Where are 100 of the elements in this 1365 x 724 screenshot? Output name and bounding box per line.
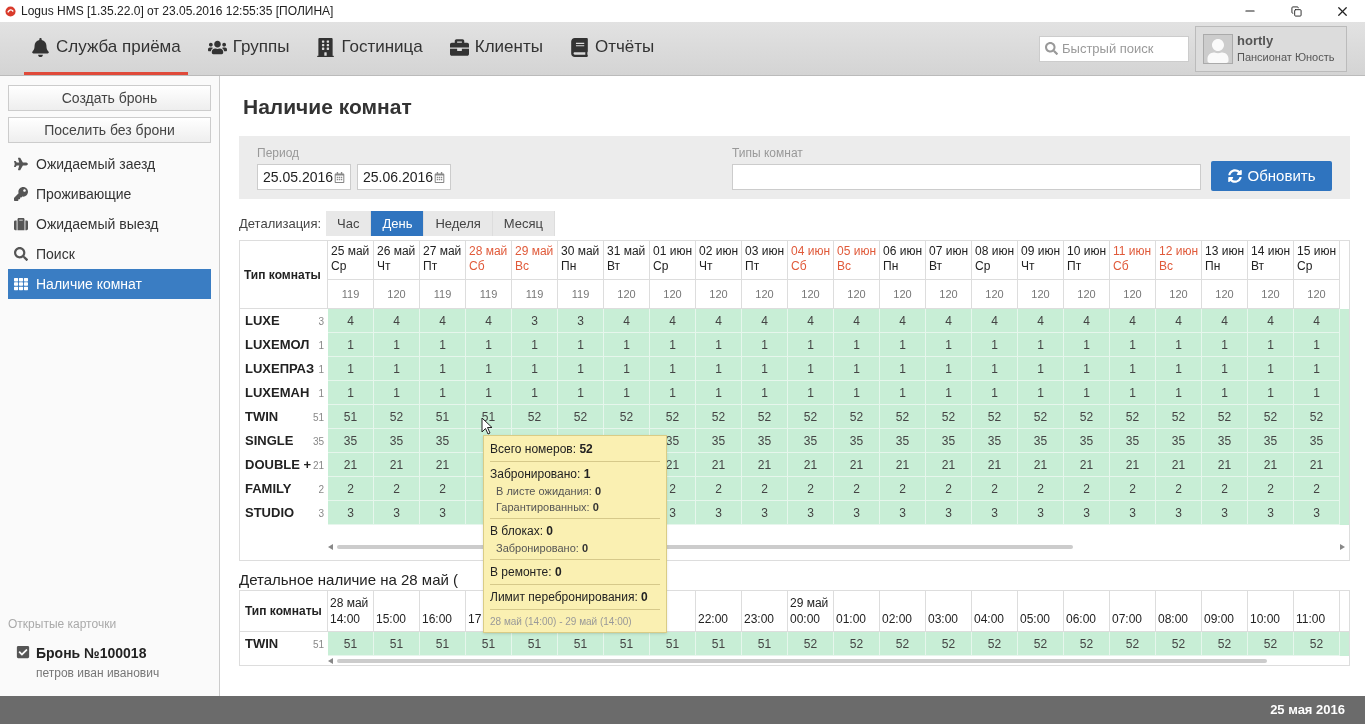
sidebar-item[interactable]: Ожидаемый выезд [8,209,211,239]
availability-cell: 52 [972,405,1018,429]
hour-header: 10:00 [1250,611,1281,627]
restore-icon [1290,5,1302,17]
nav-tab[interactable]: Клиенты [442,22,550,75]
card-title[interactable]: Бронь №100018 [36,643,160,664]
room-types-field[interactable] [732,164,1201,190]
sidebar-button[interactable]: Создать бронь [8,85,211,111]
tooltip-line: Забронировано: 1 [490,466,592,483]
total-count: 119 [571,286,590,302]
availability-cell: 1 [972,381,1018,405]
column-header: Тип комнаты [245,603,322,620]
total-count: 120 [801,286,820,302]
sidebar-item[interactable]: Проживающие [8,179,211,209]
availability-cell: 1 [972,357,1018,381]
availability-cell: 21 [328,453,374,477]
availability-cell: 1 [1294,357,1340,381]
nav-tab[interactable]: Гостиница [309,22,430,75]
availability-cell: 35 [972,429,1018,453]
plane-icon [14,157,28,171]
availability-cell: 4 [696,309,742,333]
date-field[interactable]: 25.06.2016 [357,164,451,190]
scrollbar[interactable] [337,658,1267,663]
total-count: 120 [617,286,636,302]
room-count: 35 [312,434,324,449]
availability-cell: 3 [328,501,374,525]
availability-cell: 2 [1248,477,1294,501]
availability-cell: 1 [742,333,788,357]
date-header: 09 июн Чт [1018,241,1063,280]
availability-cell: 3 [1202,501,1248,525]
scroll-left-icon[interactable] [328,544,333,550]
availability-cell: 4 [1110,309,1156,333]
availability-cell: 1 [466,381,512,405]
availability-cell: 21 [788,453,834,477]
availability-cell: 4 [972,309,1018,333]
user-card[interactable]: hortly Пансионат Юность [1195,25,1347,72]
availability-cell: 1 [1064,381,1110,405]
availability-cell: 1 [558,333,604,357]
availability-cell: 35 [742,429,788,453]
availability-cell: 51 [328,405,374,429]
availability-cell: 35 [1064,429,1110,453]
availability-cell: 2 [1202,477,1248,501]
date-field[interactable]: 25.05.2016 [257,164,351,190]
date-header: 13 июн Пн [1202,241,1247,280]
availability-cell: 3 [880,501,926,525]
period-label: Период [257,145,301,162]
scroll-left-icon[interactable] [328,657,333,664]
refresh-button[interactable]: Обновить [1211,161,1332,191]
room-count: 1 [318,362,324,377]
availability-cell: 52 [1110,405,1156,429]
total-count: 120 [893,286,912,302]
hour-header: 08:00 [1158,611,1189,627]
date-header: 29 май Вс [512,241,557,280]
availability-cell: 4 [650,309,696,333]
user-organization: Пансионат Юность [1237,49,1335,65]
detail-tab[interactable]: Месяц [492,211,555,236]
date-header: 04 июн Сб [788,241,833,280]
detail-tab[interactable]: Час [326,211,372,236]
availability-cell: 1 [1110,381,1156,405]
total-count: 119 [433,286,452,302]
availability-cell: 35 [1202,429,1248,453]
availability-cell: 52 [650,405,696,429]
availability-cell: 3 [926,501,972,525]
availability-cell: 1 [420,381,466,405]
room-type: LUXEМОЛ [245,336,310,355]
availability-cell: 1 [328,381,374,405]
availability-cell: 21 [972,453,1018,477]
total-count: 120 [1169,286,1188,302]
room-type: LUXEМАН [245,384,310,403]
availability-cell: 51 [558,632,604,656]
availability-cell: 1 [696,333,742,357]
availability-cell: 2 [788,477,834,501]
hour-header: 07:00 [1112,611,1143,627]
availability-cell: 1 [374,381,420,405]
hour-header: 22:00 [698,611,729,627]
sidebar-item[interactable]: Наличие комнат [8,269,211,299]
availability-cell: 1 [650,333,696,357]
sidebar-button[interactable]: Поселить без брони [8,117,211,143]
checkbox[interactable] [16,645,30,659]
total-count: 120 [709,286,728,302]
calendar-icon [434,171,445,183]
detail-tab[interactable]: Неделя [424,211,493,236]
availability-cell [1340,632,1349,656]
availability-cell: 4 [1018,309,1064,333]
nav-tab[interactable]: Группы [200,22,297,75]
search-field[interactable]: Быстрый поиск [1039,35,1189,62]
availability-cell: 1 [558,357,604,381]
building-icon [316,37,336,57]
scroll-right-icon[interactable] [1340,544,1345,550]
availability-cell: 52 [558,405,604,429]
availability-cell: 35 [834,429,880,453]
sidebar-item[interactable]: Поиск [8,239,211,269]
detail-tab[interactable]: День [371,211,425,236]
sidebar-item[interactable]: Ожидаемый заезд [8,149,211,179]
hour-header: 17 [468,611,482,627]
nav-tab[interactable]: Отчёты [562,22,662,75]
key-icon [14,187,28,201]
availability-cell: 52 [696,405,742,429]
availability-cell: 4 [1294,309,1340,333]
availability-cell: 1 [604,357,650,381]
